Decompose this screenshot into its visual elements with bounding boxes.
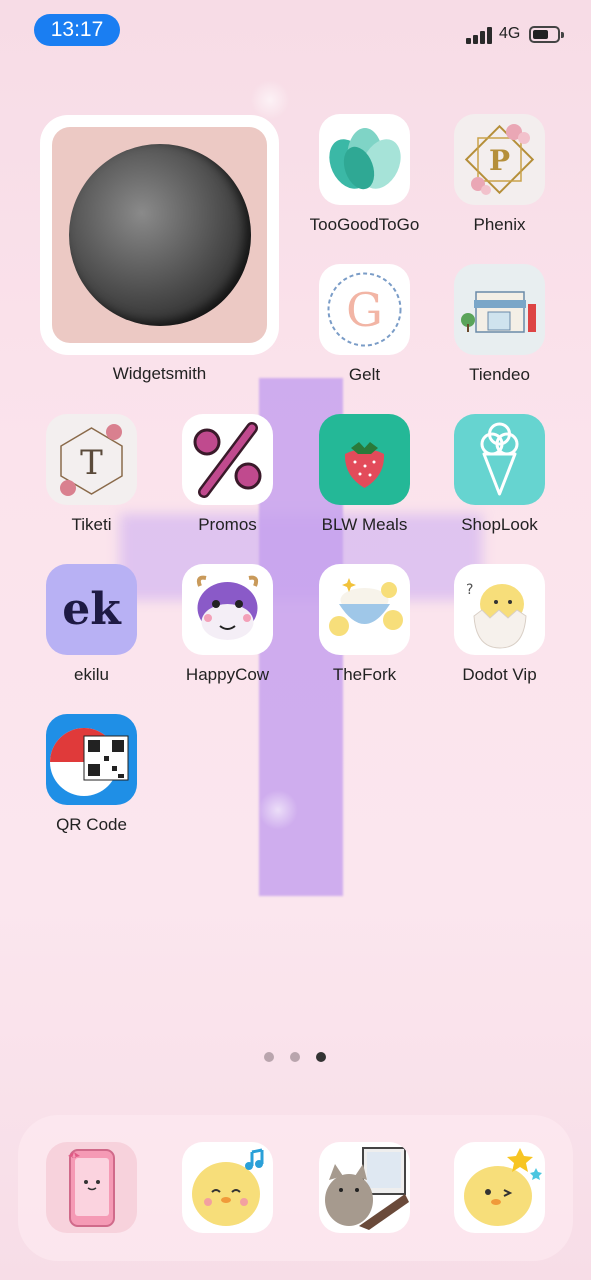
dock-chick-music-app[interactable] xyxy=(159,1142,296,1233)
app-tiketi[interactable]: T Tiketi xyxy=(23,414,160,535)
app-label: Tiendeo xyxy=(469,365,530,384)
status-time[interactable]: 13:17 xyxy=(34,14,120,46)
ornate-g-icon: G xyxy=(319,264,410,355)
battery-icon xyxy=(529,26,564,43)
app-label: BLW Meals xyxy=(321,515,408,534)
app-label: HappyCow xyxy=(185,665,270,684)
app-thefork[interactable]: TheFork xyxy=(296,564,433,685)
app-label: Dodot Vip xyxy=(462,665,537,684)
cow-face-icon xyxy=(182,564,273,655)
chick-music-icon xyxy=(182,1142,273,1233)
app-tiendeo[interactable]: Tiendeo xyxy=(431,264,568,385)
app-label: TooGoodToGo xyxy=(309,215,420,234)
app-label: Tiketi xyxy=(71,515,112,534)
chick-rice-bowl-icon xyxy=(319,564,410,655)
network-type: 4G xyxy=(499,25,521,42)
ek-logo: ek xyxy=(46,564,137,655)
svg-text:G: G xyxy=(346,283,383,337)
floral-p-monogram-icon: P xyxy=(454,114,545,205)
app-label: Gelt xyxy=(348,365,381,384)
app-label: ekilu xyxy=(74,665,109,684)
ek-logo-text: ek xyxy=(62,584,121,635)
strawberry-icon xyxy=(319,414,410,505)
svg-text:P: P xyxy=(489,144,510,177)
wallpaper-sparkle xyxy=(258,790,298,830)
app-dodot-vip[interactable]: ? Dodot Vip xyxy=(431,564,568,685)
dock-chick-star-app[interactable] xyxy=(431,1142,568,1233)
app-label: Phenix xyxy=(473,215,526,234)
page-dot xyxy=(264,1052,274,1062)
storefront-icon xyxy=(454,264,545,355)
pink-phone-icon xyxy=(46,1142,137,1233)
app-qr-code[interactable]: QR Code xyxy=(23,714,160,835)
widgetsmith-widget[interactable] xyxy=(40,115,279,355)
teal-leaves-icon xyxy=(319,114,410,205)
floral-t-monogram-icon: T xyxy=(46,414,137,505)
chick-star-icon xyxy=(454,1142,545,1233)
app-promos[interactable]: Promos xyxy=(159,414,296,535)
app-gelt[interactable]: G Gelt xyxy=(296,264,433,385)
wallpaper-sparkle xyxy=(250,80,290,120)
dock-cat-laptop-app[interactable] xyxy=(296,1142,433,1233)
app-toogoodtogo[interactable]: TooGoodToGo xyxy=(296,114,433,235)
svg-text:T: T xyxy=(80,443,103,483)
cell-signal-icon xyxy=(466,27,492,44)
dock-phone-app[interactable] xyxy=(23,1142,160,1233)
page-dot-active xyxy=(316,1052,326,1062)
widget-label: Widgetsmith xyxy=(112,364,207,383)
app-label: Promos xyxy=(198,515,257,534)
page-indicator[interactable] xyxy=(264,1052,326,1062)
app-label: QR Code xyxy=(56,815,127,834)
cat-laptop-icon xyxy=(319,1142,410,1233)
app-phenix[interactable]: P Phenix xyxy=(431,114,568,235)
page-dot xyxy=(290,1052,300,1062)
percent-icon xyxy=(182,414,273,505)
moon-photo xyxy=(68,144,251,326)
app-label: ShopLook xyxy=(461,515,538,534)
app-shoplook[interactable]: ShopLook xyxy=(431,414,568,535)
app-ekilu[interactable]: ek ekilu xyxy=(23,564,160,685)
chick-egg-icon: ? xyxy=(454,564,545,655)
widget-background xyxy=(52,127,267,343)
app-blw-meals[interactable]: BLW Meals xyxy=(296,414,433,535)
app-label: TheFork xyxy=(332,665,397,684)
pokeball-qr-icon xyxy=(46,714,137,805)
ice-cream-cone-icon xyxy=(454,414,545,505)
svg-text:?: ? xyxy=(466,582,473,598)
app-happycow[interactable]: HappyCow xyxy=(159,564,296,685)
